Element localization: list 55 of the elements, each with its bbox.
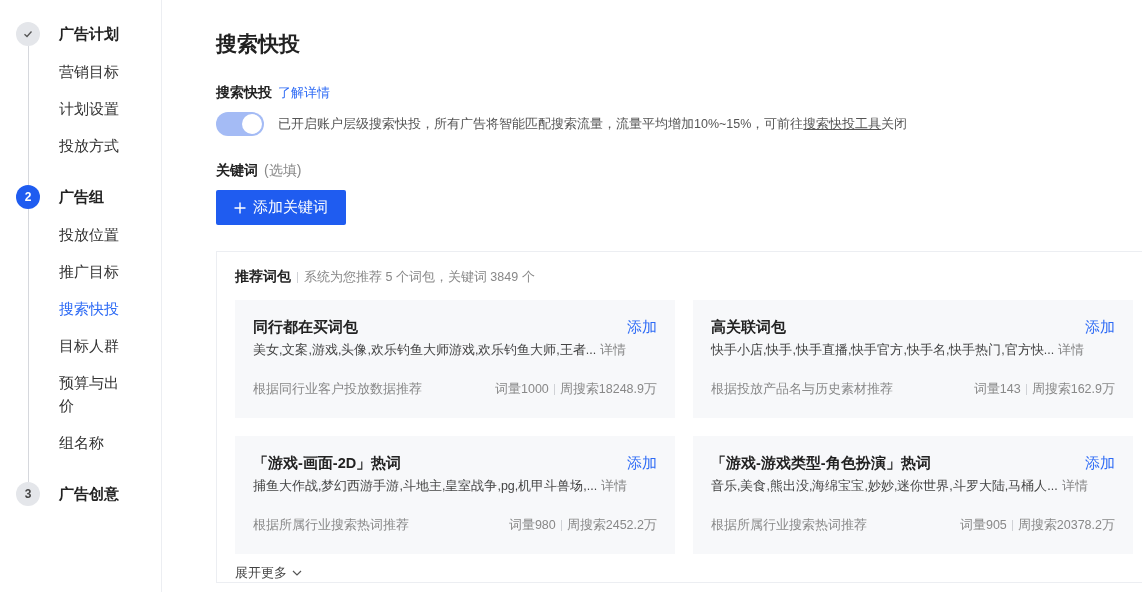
card-title: 高关联词包 [711, 318, 786, 337]
add-link[interactable]: 添加 [627, 318, 657, 337]
step-number: 3 [16, 482, 40, 506]
sidebar-item[interactable]: 组名称 [59, 431, 121, 454]
card-title: 同行都在买词包 [253, 318, 358, 337]
word-count: 词量1000 [495, 381, 549, 398]
word-count: 词量143 [973, 381, 1021, 398]
sidebar-item[interactable]: 投放位置 [59, 223, 121, 246]
sidebar-item[interactable]: 营销目标 [59, 60, 121, 83]
step-title[interactable]: 广告创意 [59, 482, 121, 506]
weekly-searches: 周搜索18248.9万 [559, 381, 657, 398]
source-text: 根据同行业客户投放数据推荐 [253, 381, 422, 398]
weekly-searches: 周搜索162.9万 [1031, 381, 1115, 398]
tool-link[interactable]: 搜索快投工具 [803, 116, 882, 131]
expand-more-link[interactable]: 展开更多 [235, 564, 302, 582]
chevron-down-icon [292, 570, 302, 576]
keyword-list: 捕鱼大作战,梦幻西游手游,斗地主,皇室战争,pg,机甲斗兽场,... [253, 478, 598, 495]
weekly-searches: 周搜索20378.2万 [1017, 517, 1115, 534]
add-link[interactable]: 添加 [627, 454, 657, 473]
step-title[interactable]: 广告计划 [59, 22, 121, 46]
source-text: 根据所属行业搜索热词推荐 [253, 517, 409, 534]
section-label: 关键词 [216, 162, 258, 180]
add-link[interactable]: 添加 [1085, 454, 1115, 473]
details-link[interactable]: 详情 [600, 342, 627, 359]
add-keyword-button[interactable]: 添加关键词 [216, 190, 346, 225]
card-title: 「游戏-游戏类型-角色扮演」热词 [711, 454, 931, 473]
sidebar-item[interactable]: 计划设置 [59, 97, 121, 120]
section-label: 搜索快投 [216, 84, 272, 102]
summary-text: 系统为您推荐 5 个词包，关键词 3849 个 [304, 268, 535, 286]
keyword-list: 音乐,美食,熊出没,海绵宝宝,妙妙,迷你世界,斗罗大陆,马桶人... [711, 478, 1058, 495]
notice-text: 已开启账户层级搜索快投，所有广告将智能匹配搜索流量，流量平均增加10%~15%，可前往搜索快投工具关闭 [278, 115, 908, 133]
word-count: 词量905 [959, 517, 1007, 534]
add-link[interactable]: 添加 [1085, 318, 1115, 337]
details-link[interactable]: 详情 [1058, 342, 1085, 359]
weekly-searches: 周搜索2452.2万 [566, 517, 657, 534]
page-title: 搜索快投 [216, 31, 301, 57]
plus-icon [234, 201, 246, 214]
source-text: 根据投放产品名与历史素材推荐 [711, 381, 893, 398]
keyword-list: 快手小店,快手,快手直播,快手官方,快手名,快手热门,官方快... [711, 342, 1055, 359]
sidebar-item[interactable]: 目标人群 [59, 334, 121, 357]
details-link[interactable]: 详情 [1061, 478, 1088, 495]
sidebar-item[interactable]: 搜索快投 [59, 297, 121, 320]
details-link[interactable]: 了解详情 [278, 84, 330, 102]
sidebar-item[interactable]: 预算与出价 [59, 371, 121, 417]
step-title[interactable]: 广告组 [59, 185, 121, 209]
sidebar-item[interactable]: 投放方式 [59, 134, 121, 157]
panel-title: 推荐词包 [235, 268, 291, 286]
source-text: 根据所属行业搜索热词推荐 [711, 517, 867, 534]
optional-hint: (选填) [264, 162, 302, 180]
step-number: 2 [16, 185, 40, 209]
keyword-list: 美女,文案,游戏,头像,欢乐钓鱼大师游戏,欢乐钓鱼大师,王者... [253, 342, 597, 359]
card-title: 「游戏-画面-2D」热词 [253, 454, 402, 473]
word-count: 词量980 [508, 517, 556, 534]
sidebar-item[interactable]: 推广目标 [59, 260, 121, 283]
details-link[interactable]: 详情 [601, 478, 628, 495]
